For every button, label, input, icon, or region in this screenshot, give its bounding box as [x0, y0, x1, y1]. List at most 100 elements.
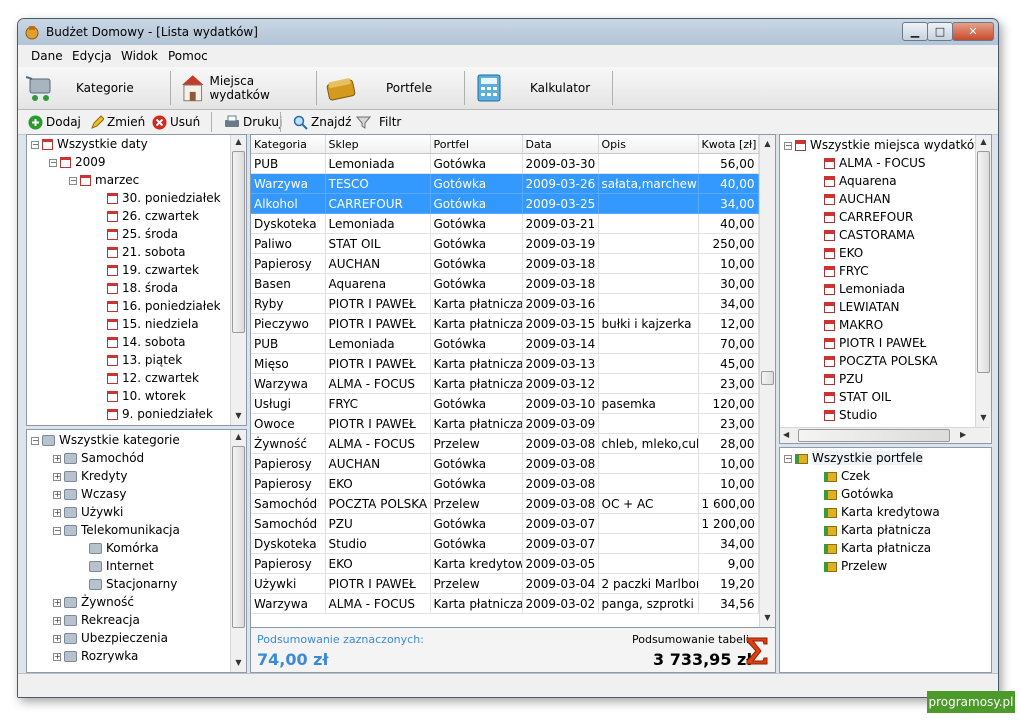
column-header[interactable]: Sklep — [325, 135, 431, 154]
tree-node-day[interactable]: 26. czwartek — [107, 207, 199, 225]
dates-scrollbar[interactable]: ▲ ▼ — [230, 135, 246, 425]
tree-node-day[interactable]: 21. sobota — [107, 243, 186, 261]
tree-node-all-categories[interactable]: − Wszystkie kategorie — [31, 431, 180, 449]
scroll-thumb[interactable] — [232, 446, 245, 628]
tree-node-subcategory[interactable]: Stacjonarny — [89, 575, 177, 593]
scroll-left-icon[interactable]: ◀ — [783, 430, 789, 439]
tree-node-place[interactable]: CASTORAMA — [824, 226, 915, 244]
tree-node-wallet[interactable]: Karta kredytowa — [824, 503, 940, 521]
tree-node-wallet[interactable]: Przelew — [824, 557, 887, 575]
table-row[interactable]: Papierosy AUCHAN Gotówka 2009-03-08 10,00 — [251, 453, 759, 474]
menu-edycja[interactable]: Edycja — [72, 49, 112, 63]
title-bar[interactable]: Budżet Domowy - [Lista wydatków] ▁ □ ✕ — [18, 19, 998, 45]
column-header[interactable]: Portfel — [430, 135, 523, 154]
tree-node-category[interactable]: + Ubezpieczenia — [53, 629, 168, 647]
tree-node-category[interactable]: + Kredyty — [53, 467, 127, 485]
tree-node-day[interactable]: 12. czwartek — [107, 369, 199, 387]
drukuj-button[interactable]: Drukuj — [224, 113, 282, 131]
table-row[interactable]: Mięso PIOTR I PAWEŁ Karta płatnicza 2009-03… — [251, 353, 759, 374]
collapse-icon[interactable]: − — [31, 436, 39, 445]
table-row[interactable]: Basen Aquarena Gotówka 2009-03-18 30,00 — [251, 273, 759, 294]
tree-node-category[interactable]: + Rekreacja — [53, 611, 140, 629]
expand-icon[interactable]: + — [53, 472, 61, 481]
sigma-icon[interactable] — [745, 636, 769, 666]
tree-node-place[interactable]: Lemoniada — [824, 280, 905, 298]
tree-node-month[interactable]: − marzec — [69, 171, 139, 189]
tree-node-category[interactable]: + Samochód — [53, 449, 144, 467]
filtr-button[interactable]: Filtr — [356, 113, 401, 131]
table-scrollbar[interactable]: ▲ ▼ — [759, 135, 775, 627]
categories-scrollbar[interactable]: ▲ ▼ — [230, 430, 246, 672]
column-header[interactable]: Data — [522, 135, 599, 154]
tree-node-subcategory[interactable]: Komórka — [89, 539, 159, 557]
scroll-down-icon[interactable]: ▼ — [231, 411, 246, 420]
menu-widok[interactable]: Widok — [121, 49, 158, 63]
table-row[interactable]: Papierosy EKO Gotówka 2009-03-08 10,00 — [251, 473, 759, 494]
tree-node-place[interactable]: Aquarena — [824, 172, 897, 190]
table-row[interactable]: Samochód POCZTA POLSKA Przelew 2009-03-08 OC… — [251, 493, 759, 514]
tree-node-place[interactable]: POCZTA POLSKA — [824, 352, 938, 370]
tree-node-place[interactable]: AUCHAN — [824, 190, 891, 208]
tree-node-category[interactable]: + Wczasy — [53, 485, 126, 503]
scroll-thumb[interactable] — [761, 371, 774, 385]
tree-node-wallet[interactable]: Czek — [824, 467, 870, 485]
column-header[interactable]: Kategoria — [251, 135, 326, 154]
collapse-icon[interactable]: − — [49, 158, 57, 167]
tree-node-wallet[interactable]: Gotówka — [824, 485, 894, 503]
tree-node-wallet[interactable]: Karta płatnicza — [824, 539, 931, 557]
scroll-right-icon[interactable]: ▶ — [960, 430, 966, 439]
scroll-down-icon[interactable]: ▼ — [976, 413, 991, 422]
table-row[interactable]: Warzywa ALMA - FOCUS Karta płatnicza 2009-0… — [251, 593, 759, 614]
table-row[interactable]: Warzywa TESCO Gotówka 2009-03-26 sałata,marc… — [251, 173, 759, 194]
table-row[interactable]: Samochód PZU Gotówka 2009-03-07 1 200,00 — [251, 513, 759, 534]
tree-node-year[interactable]: − 2009 — [49, 153, 106, 171]
expand-icon[interactable]: + — [53, 634, 61, 643]
maximize-button[interactable]: □ — [927, 22, 953, 41]
tree-node-day[interactable]: 25. środa — [107, 225, 178, 243]
scroll-up-icon[interactable]: ▲ — [231, 432, 246, 441]
table-row[interactable]: Warzywa ALMA - FOCUS Karta płatnicza 2009-0… — [251, 373, 759, 394]
table-row[interactable]: Ryby PIOTR I PAWEŁ Karta płatnicza 2009-03-… — [251, 293, 759, 314]
tree-node-all-wallets[interactable]: − Wszystkie portfele — [784, 449, 923, 467]
table-row[interactable]: Pieczywo PIOTR I PAWEŁ Karta płatnicza 2009… — [251, 313, 759, 334]
tree-node-category[interactable]: − Telekomunikacja — [53, 521, 180, 539]
table-row[interactable]: Dyskoteka Studio Gotówka 2009-03-07 34,00 — [251, 533, 759, 554]
table-row[interactable]: Paliwo STAT OIL Gotówka 2009-03-19 250,00 — [251, 233, 759, 254]
expand-icon[interactable]: + — [53, 508, 61, 517]
places-hscrollbar[interactable]: ◀ ▶ — [780, 427, 990, 443]
table-row[interactable]: Owoce PIOTR I PAWEŁ Karta płatnicza 2009-03… — [251, 413, 759, 434]
tree-node-day[interactable]: 19. czwartek — [107, 261, 199, 279]
usun-button[interactable]: Usuń — [152, 113, 200, 131]
menu-dane[interactable]: Dane — [31, 49, 63, 63]
close-button[interactable]: ✕ — [952, 22, 994, 41]
tree-node-category[interactable]: + Żywność — [53, 593, 134, 611]
table-row[interactable]: Usługi FRYC Gotówka 2009-03-10 pasemka 120,00 — [251, 393, 759, 414]
tree-node-subcategory[interactable]: Internet — [89, 557, 154, 575]
collapse-icon[interactable]: − — [69, 176, 77, 185]
minimize-button[interactable]: ▁ — [902, 22, 928, 41]
tree-node-place[interactable]: MAKRO — [824, 316, 883, 334]
table-row[interactable]: Dyskoteka Lemoniada Gotówka 2009-03-21 40,00 — [251, 213, 759, 234]
tree-node-all-dates[interactable]: − Wszystkie daty — [31, 135, 148, 153]
column-header[interactable]: Kwota [zł] — [698, 135, 759, 154]
kategorie-button[interactable]: Kategorie — [26, 67, 166, 109]
tree-node-category[interactable]: + Używki — [53, 503, 123, 521]
tree-node-wallet[interactable]: Karta płatnicza — [824, 521, 931, 539]
zmien-button[interactable]: Zmień — [90, 113, 145, 131]
tree-node-day[interactable]: 30. poniedziałek — [107, 189, 221, 207]
tree-node-day[interactable]: 13. piątek — [107, 351, 182, 369]
expand-icon[interactable]: + — [53, 616, 61, 625]
collapse-icon[interactable]: − — [53, 526, 61, 535]
portfele-button[interactable]: Portfele — [326, 67, 466, 109]
collapse-icon[interactable]: − — [784, 141, 792, 150]
tree-node-day[interactable]: 9. poniedziałek — [107, 405, 213, 423]
places-vscrollbar[interactable]: ▲ ▼ — [975, 135, 991, 427]
tree-node-place[interactable]: CARREFOUR — [824, 208, 913, 226]
tree-node-place[interactable]: PZU — [824, 370, 863, 388]
expand-icon[interactable]: + — [53, 454, 61, 463]
tree-node-day[interactable]: 10. wtorek — [107, 387, 186, 405]
tree-node-day[interactable]: 16. poniedziałek — [107, 297, 221, 315]
expand-icon[interactable]: + — [53, 490, 61, 499]
collapse-icon[interactable]: − — [31, 140, 39, 149]
kalkulator-button[interactable]: Kalkulator — [476, 67, 616, 109]
